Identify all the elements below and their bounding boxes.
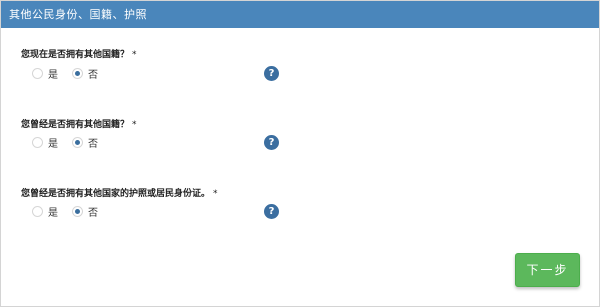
- radio-option-no[interactable]: 否: [72, 135, 98, 150]
- required-mark: *: [213, 189, 218, 199]
- radio-label: 否: [88, 139, 98, 150]
- required-mark: *: [132, 50, 137, 60]
- radio-group-q3: 是 否: [32, 204, 98, 219]
- question-text: 您现在是否拥有其他国籍？: [21, 50, 130, 60]
- question-label-foreign-passport-id: 您曾经是否拥有其他国家的护照或居民身份证。 *: [21, 186, 218, 199]
- question-label-other-nationality-now: 您现在是否拥有其他国籍？ *: [21, 47, 137, 60]
- radio-option-yes[interactable]: 是: [32, 204, 58, 219]
- radio-group-q1: 是 否: [32, 66, 98, 81]
- question-label-other-nationality-past: 您曾经是否拥有其他国籍？ *: [21, 117, 137, 130]
- radio-button[interactable]: [32, 206, 43, 217]
- radio-option-yes[interactable]: 是: [32, 135, 58, 150]
- radio-button[interactable]: [32, 68, 43, 79]
- next-step-button[interactable]: 下一步: [515, 253, 580, 287]
- radio-label: 否: [88, 208, 98, 219]
- radio-option-no[interactable]: 否: [72, 204, 98, 219]
- radio-button[interactable]: [72, 68, 83, 79]
- form-panel: 其他公民身份、国籍、护照 您现在是否拥有其他国籍？ * 是 否 ? 您曾经是否拥有…: [0, 0, 600, 307]
- radio-label: 否: [88, 70, 98, 81]
- radio-button[interactable]: [72, 206, 83, 217]
- radio-option-yes[interactable]: 是: [32, 66, 58, 81]
- radio-option-no[interactable]: 否: [72, 66, 98, 81]
- radio-label: 是: [48, 70, 58, 81]
- question-text: 您曾经是否拥有其他国籍？: [21, 120, 130, 130]
- help-icon[interactable]: ?: [264, 66, 279, 81]
- radio-button[interactable]: [72, 137, 83, 148]
- panel-header: 其他公民身份、国籍、护照: [1, 1, 599, 28]
- radio-label: 是: [48, 208, 58, 219]
- help-icon[interactable]: ?: [264, 204, 279, 219]
- radio-label: 是: [48, 139, 58, 150]
- required-mark: *: [132, 120, 137, 130]
- help-icon[interactable]: ?: [264, 135, 279, 150]
- question-text: 您曾经是否拥有其他国家的护照或居民身份证。: [21, 189, 211, 199]
- radio-group-q2: 是 否: [32, 135, 98, 150]
- radio-button[interactable]: [32, 137, 43, 148]
